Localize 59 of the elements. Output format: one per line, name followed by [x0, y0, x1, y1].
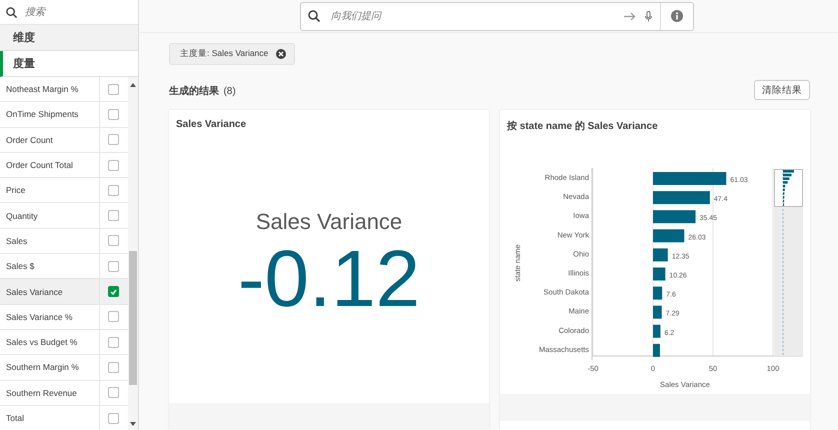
checkbox[interactable]	[108, 160, 119, 171]
arrow-right-icon[interactable]	[624, 12, 636, 20]
section-tab[interactable]: 维度	[0, 25, 138, 51]
info-icon[interactable]	[671, 10, 683, 22]
field-item[interactable]: Sales $	[0, 254, 100, 278]
checkbox[interactable]	[108, 235, 119, 246]
bar[interactable]	[653, 248, 668, 262]
field-item[interactable]: Notheast Margin %	[0, 77, 100, 102]
card-title: 按 state name 的 Sales Variance	[506, 120, 659, 134]
checkbox[interactable]	[108, 362, 119, 373]
checkbox[interactable]	[108, 286, 119, 298]
results-count: (8)	[223, 86, 236, 97]
kpi-label: Sales Variance	[256, 209, 402, 235]
section-tab[interactable]: 度量	[0, 51, 138, 77]
scrollbar-thumb[interactable]	[129, 251, 137, 385]
bar[interactable]	[653, 210, 696, 224]
field-item[interactable]: Order Count	[0, 128, 100, 152]
field-item[interactable]: Sales Variance %	[0, 304, 100, 329]
checkbox[interactable]	[108, 184, 119, 196]
question-field[interactable]: 向我们提问	[300, 2, 694, 30]
bar[interactable]	[653, 286, 662, 300]
field-item[interactable]: Southern Revenue	[0, 380, 100, 405]
results-heading: 生成的结果	[169, 86, 219, 97]
chart-scrollbar[interactable]	[774, 169, 803, 356]
bar[interactable]	[653, 324, 660, 338]
bar[interactable]	[653, 268, 666, 280]
card-title: Sales Variance	[175, 118, 248, 132]
checkbox[interactable]	[108, 412, 119, 424]
checkbox[interactable]	[108, 84, 119, 95]
microphone-icon[interactable]	[645, 10, 652, 22]
field-item[interactable]: Quantity	[0, 203, 100, 228]
field-item[interactable]: Price	[0, 178, 100, 202]
scroll-up-icon[interactable]	[130, 83, 136, 87]
clear-results-button[interactable]: 清除结果	[754, 80, 810, 100]
remove-icon[interactable]	[276, 49, 286, 59]
bar[interactable]	[653, 191, 710, 204]
checkbox[interactable]	[108, 134, 119, 146]
bar[interactable]	[653, 229, 684, 242]
checkbox[interactable]	[108, 311, 119, 322]
field-item[interactable]: Sales vs Budget %	[0, 330, 100, 354]
search-input[interactable]: 搜索	[23, 6, 127, 18]
bar[interactable]	[653, 306, 662, 319]
scroll-down-icon[interactable]	[130, 422, 136, 426]
checkbox[interactable]	[108, 108, 119, 120]
field-item[interactable]: Total	[0, 406, 100, 430]
kpi-value: -0.12	[238, 239, 420, 319]
bar[interactable]	[653, 344, 660, 357]
field-item[interactable]: Southern Margin %	[0, 355, 100, 380]
search-icon	[6, 6, 17, 18]
search-icon	[308, 10, 320, 22]
field-item[interactable]: OnTime Shipments	[0, 102, 100, 127]
question-input[interactable]: 向我们提问	[329, 10, 624, 22]
checkbox[interactable]	[108, 260, 119, 272]
filter-chip[interactable]: 主度量: Sales Variance	[169, 43, 296, 65]
field-item[interactable]: Sales	[0, 228, 100, 254]
checkbox[interactable]	[108, 387, 119, 398]
field-item[interactable]: Order Count Total	[0, 152, 100, 178]
checkbox[interactable]	[108, 336, 119, 348]
checkbox[interactable]	[108, 210, 119, 222]
